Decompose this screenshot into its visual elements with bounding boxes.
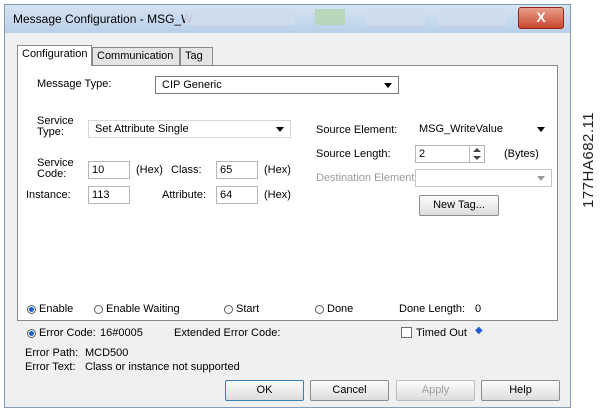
source-element-select[interactable]: MSG_WriteValue — [415, 120, 552, 138]
bytes-label: (Bytes) — [504, 148, 539, 160]
attribute-field[interactable]: 64 — [216, 186, 258, 204]
close-button[interactable]: X — [518, 7, 564, 29]
apply-button[interactable]: Apply — [396, 380, 475, 401]
enable-radio — [27, 305, 36, 314]
apply-label: Apply — [421, 384, 450, 396]
title-bar[interactable]: Message Configuration - MSG_W X — [5, 5, 570, 34]
error-code-label: Error Code: — [39, 327, 96, 339]
start-label: Start — [236, 303, 260, 315]
service-code-hex-label: (Hex) — [136, 164, 163, 176]
source-element-label: Source Element: — [316, 124, 398, 136]
service-code-field[interactable]: 10 — [88, 161, 130, 179]
message-type-select[interactable]: CIP Generic — [155, 76, 399, 94]
service-type-label-line2: Type: — [37, 126, 64, 138]
service-type-label: Service Type: — [37, 116, 74, 138]
source-length-label: Source Length: — [316, 148, 391, 160]
new-tag-label: New Tag... — [433, 199, 485, 211]
ok-button[interactable]: OK — [225, 380, 304, 401]
extended-error-code-label: Extended Error Code: — [174, 327, 281, 339]
tab-configuration[interactable]: Configuration — [17, 45, 92, 66]
new-tag-button[interactable]: New Tag... — [419, 195, 499, 216]
tab-communication[interactable]: Communication — [92, 47, 180, 65]
done-length-value: 0 — [475, 303, 482, 315]
error-path-label: Error Path: — [25, 347, 79, 359]
service-type-select[interactable]: Set Attribute Single — [88, 120, 291, 138]
spin-up-icon — [473, 148, 481, 152]
error-text-label: Error Text: — [25, 361, 76, 373]
message-configuration-window: Message Configuration - MSG_W X Configur… — [4, 4, 571, 408]
enable-waiting-radio — [94, 305, 103, 314]
pin-icon[interactable]: ◆ — [475, 325, 483, 336]
timed-out-checkbox[interactable] — [401, 327, 412, 338]
service-type-value: Set Attribute Single — [95, 123, 189, 135]
attribute-label: Attribute: — [162, 189, 207, 201]
message-type-label: Message Type: — [37, 78, 112, 90]
enable-waiting-label: Enable Waiting — [106, 303, 180, 315]
dialog-client: Configuration Communication Tag Message … — [5, 33, 570, 407]
class-hex-label: (Hex) — [264, 164, 291, 176]
message-type-value: CIP Generic — [162, 79, 222, 91]
source-length-spinner[interactable] — [469, 145, 484, 163]
figure-reference-label: 177HA682.11 — [580, 111, 597, 208]
tab-communication-label: Communication — [97, 50, 174, 62]
destination-element-label: Destination Element: — [316, 172, 418, 184]
source-length-value: 2 — [419, 148, 426, 160]
background-window-blur — [315, 9, 345, 25]
ok-label: OK — [256, 384, 273, 396]
error-text-value: Class or instance not supported — [85, 361, 240, 373]
chevron-down-icon — [537, 176, 545, 181]
attribute-value: 64 — [220, 189, 233, 201]
source-length-field[interactable]: 2 — [415, 145, 485, 163]
instance-label: Instance: — [26, 189, 71, 201]
background-window-blur — [365, 9, 425, 25]
instance-value: 113 — [92, 189, 110, 201]
spin-down-icon — [473, 156, 481, 160]
tab-configuration-label: Configuration — [22, 48, 88, 60]
tab-tag[interactable]: Tag — [180, 47, 213, 65]
class-label: Class: — [171, 164, 202, 176]
background-window-blur — [437, 9, 507, 25]
configuration-panel: Message Type: CIP Generic Service Type: … — [17, 65, 558, 321]
error-code-value: 16#0005 — [100, 327, 143, 339]
start-radio — [224, 305, 233, 314]
background-window-blur — [185, 9, 295, 25]
service-code-label: Service Code: — [37, 158, 74, 180]
class-field[interactable]: 65 — [216, 161, 258, 179]
service-code-label-line2: Code: — [37, 168, 67, 180]
attribute-hex-label: (Hex) — [264, 189, 291, 201]
help-label: Help — [509, 384, 532, 396]
service-code-value: 10 — [92, 164, 105, 176]
chevron-down-icon — [384, 83, 392, 88]
window-title: Message Configuration - MSG_W — [13, 12, 193, 26]
source-element-value: MSG_WriteValue — [419, 123, 503, 135]
close-icon: X — [536, 9, 546, 25]
enable-label: Enable — [39, 303, 74, 315]
done-length-label: Done Length: — [399, 303, 466, 315]
chevron-down-icon — [537, 127, 545, 132]
destination-element-select[interactable] — [415, 169, 552, 187]
error-code-radio — [27, 329, 36, 338]
class-value: 65 — [220, 164, 233, 176]
done-label: Done — [327, 303, 354, 315]
instance-field[interactable]: 113 — [88, 186, 130, 204]
tab-tag-label: Tag — [185, 50, 203, 62]
help-button[interactable]: Help — [481, 380, 560, 401]
cancel-label: Cancel — [332, 384, 367, 396]
cancel-button[interactable]: Cancel — [310, 380, 389, 401]
timed-out-label: Timed Out — [416, 327, 467, 339]
chevron-down-icon — [276, 127, 284, 132]
error-path-value: MCD500 — [85, 347, 129, 359]
done-radio — [315, 305, 324, 314]
